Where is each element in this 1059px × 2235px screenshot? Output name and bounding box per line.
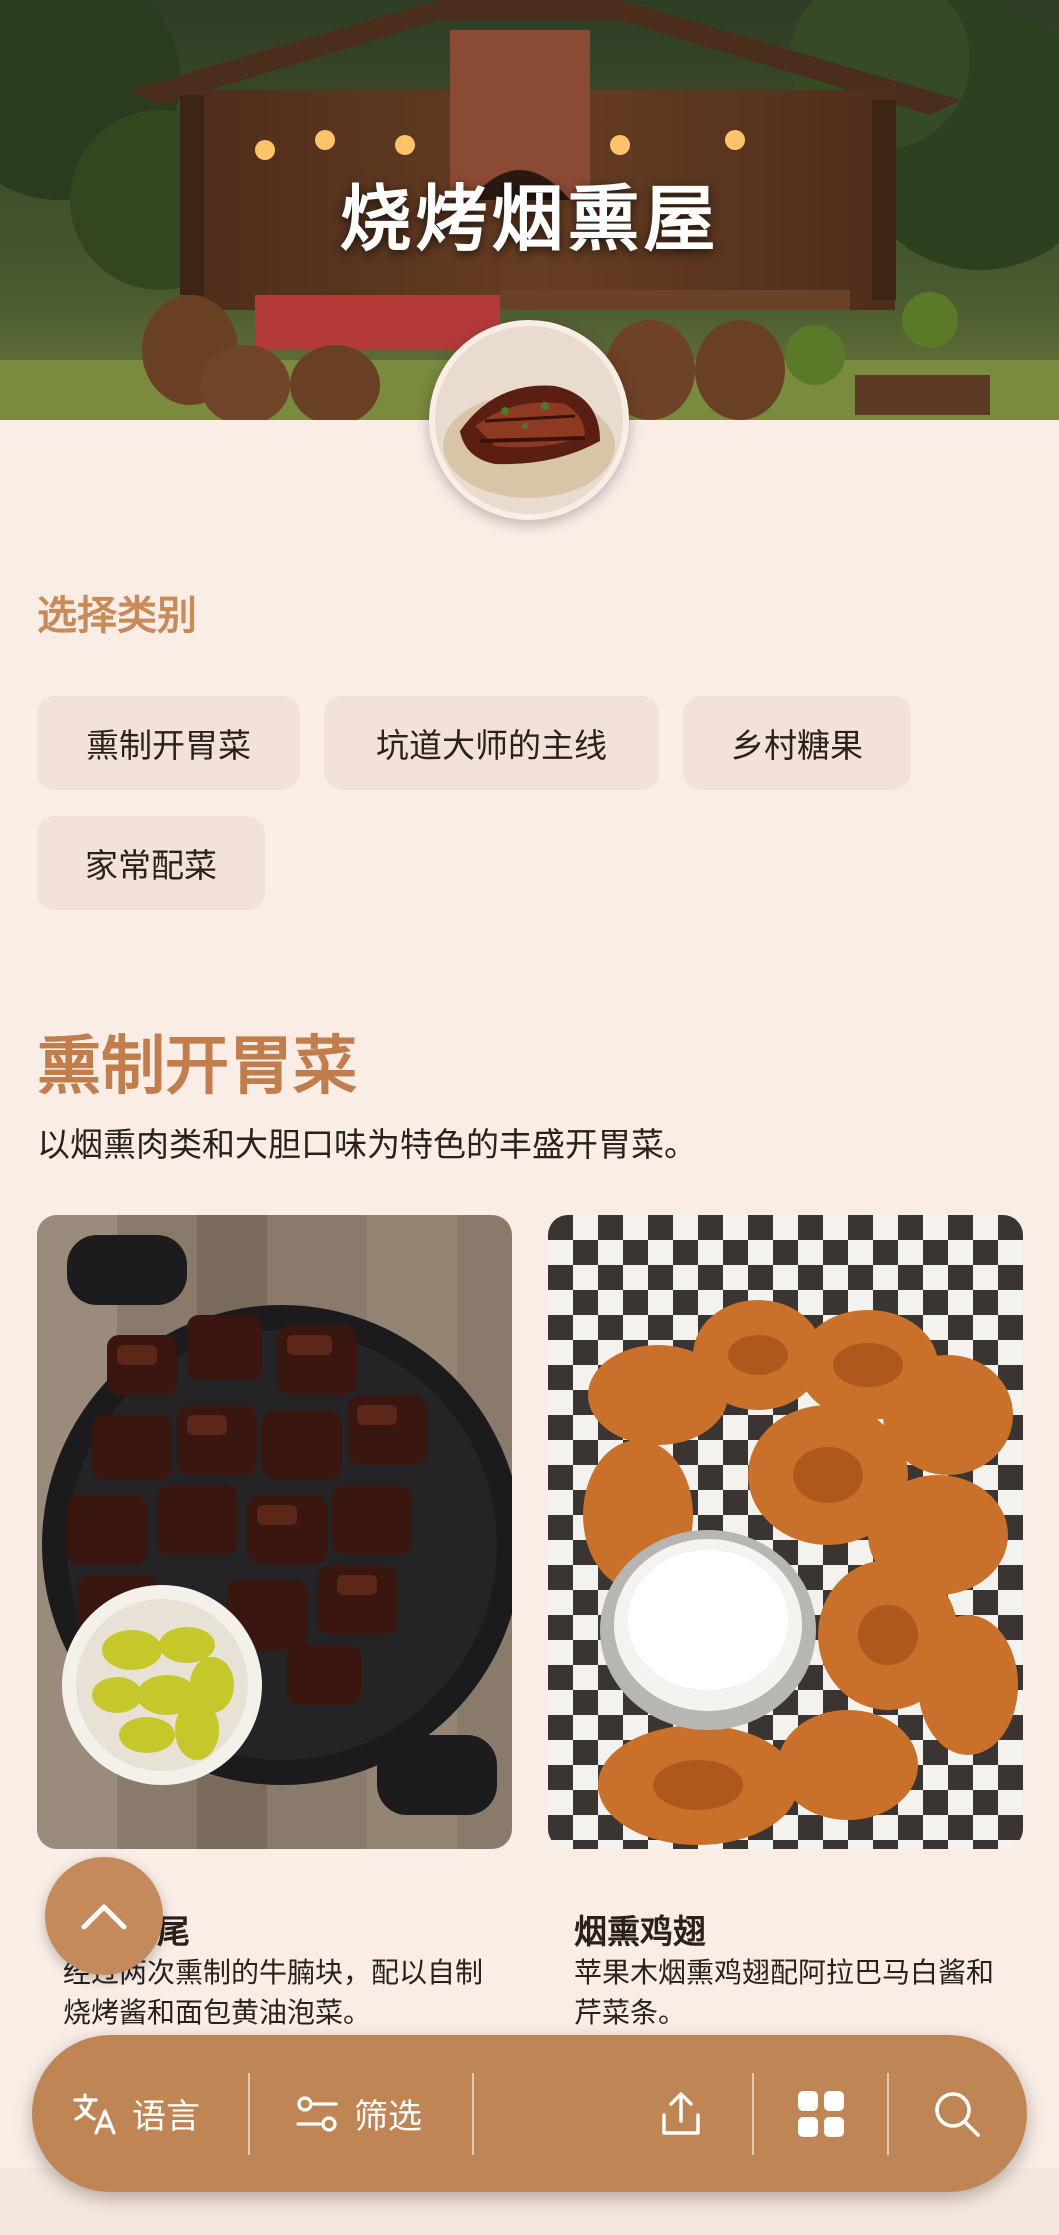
dish-card-smoked-wings[interactable]: 烟熏鸡翅 苹果木烟熏鸡翅配阿拉巴马白酱和芹菜条。: [548, 1215, 1023, 2029]
chevron-up-icon: [81, 1904, 127, 1930]
language-button[interactable]: 语言: [72, 2035, 200, 2192]
toolbar-divider: [887, 2073, 889, 2155]
bottom-toolbar: 语言 筛选: [32, 2035, 1027, 2192]
smoked-wings-image: [548, 1215, 1023, 1849]
filter-button[interactable]: 筛选: [294, 2035, 422, 2192]
grid-icon: [798, 2090, 844, 2137]
search-icon: [935, 2091, 980, 2137]
share-button[interactable]: [656, 2035, 706, 2192]
dish-name: 烟熏鸡翅: [574, 1912, 706, 1951]
dish-description: 苹果木烟熏鸡翅配阿拉巴马白酱和芹菜条。: [574, 1956, 995, 2029]
translate-icon: [73, 2092, 116, 2135]
filter-icon: [296, 2095, 338, 2132]
chip-pitmaster-mains[interactable]: 坑道大师的主线: [324, 696, 659, 790]
restaurant-logo: [429, 320, 629, 520]
section-description: 以烟熏肉类和大胆口味为特色的丰盛开胃菜。: [37, 1125, 697, 1164]
language-label: 语言: [132, 2097, 200, 2137]
filter-label: 筛选: [354, 2097, 422, 2137]
restaurant-title: 烧烤烟熏屋: [339, 177, 720, 261]
search-button[interactable]: [932, 2035, 982, 2192]
toolbar-divider: [752, 2073, 754, 2155]
chip-country-sweets[interactable]: 乡村糖果: [683, 696, 911, 790]
menu-page: 烧烤烟熏屋 选择类别 熏制开胃菜 坑道大师的主线 乡村糖果 家常配菜 熏制开胃菜…: [0, 0, 1059, 2235]
brisket-logo-icon: [435, 326, 623, 514]
section-title: 熏制开胃菜: [37, 1030, 357, 1104]
dish-photo: [37, 1215, 512, 1849]
share-icon: [662, 2091, 700, 2135]
dish-card-burnt-ends[interactable]: 尾 经过两次熏制的牛腩块，配以自制烧烤酱和面包黄油泡菜。: [37, 1215, 512, 2029]
dish-photo: [548, 1215, 1023, 1849]
chip-home-sides[interactable]: 家常配菜: [37, 816, 265, 910]
toolbar-divider: [248, 2073, 250, 2155]
burnt-ends-image: [37, 1215, 512, 1849]
grid-view-button[interactable]: [796, 2035, 846, 2192]
chip-smoked-appetizers[interactable]: 熏制开胃菜: [37, 696, 300, 790]
toolbar-divider: [472, 2073, 474, 2155]
category-heading: 选择类别: [37, 593, 197, 639]
scroll-top-button[interactable]: [45, 1857, 163, 1975]
